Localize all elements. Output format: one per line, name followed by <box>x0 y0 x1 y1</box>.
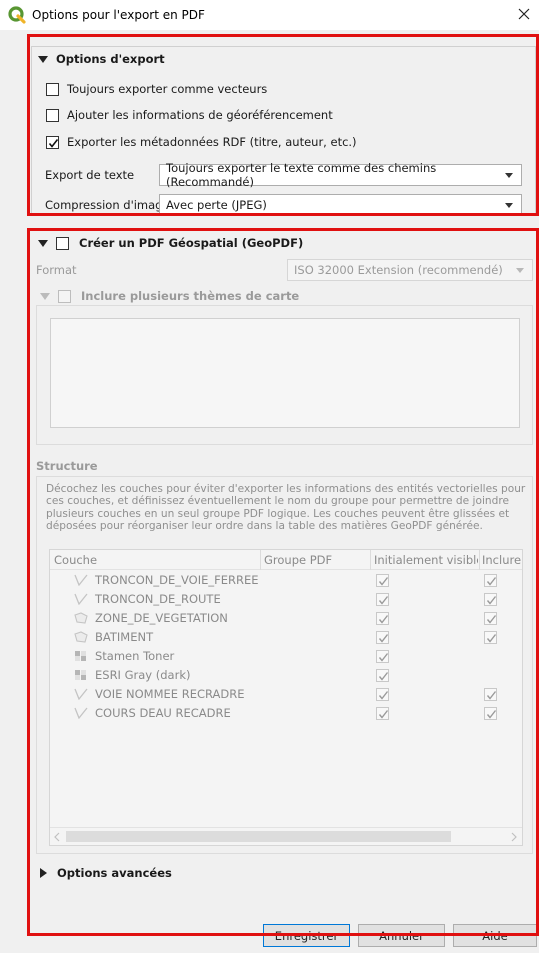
layer-row[interactable]: VOIE NOMMEE RECRADRE <box>50 685 522 704</box>
export-options-title: Options d'export <box>56 52 165 66</box>
collapse-triangle-icon[interactable] <box>38 239 48 247</box>
polygon-layer-icon <box>74 631 88 643</box>
column-header-group[interactable]: Groupe PDF <box>264 553 332 567</box>
polygon-layer-icon <box>74 612 88 624</box>
compression-select[interactable]: Avec perte (JPEG) <box>159 194 522 216</box>
rdf-option[interactable]: Exporter les métadonnées RDF (titre, aut… <box>46 135 357 149</box>
advanced-options-title: Options avancées <box>57 866 172 880</box>
layer-row[interactable]: BATIMENT <box>50 628 522 647</box>
include-checkbox[interactable] <box>484 707 497 720</box>
include-checkbox[interactable] <box>484 574 497 587</box>
structure-title: Structure <box>36 459 98 473</box>
georef-option[interactable]: Ajouter les informations de géoréférence… <box>46 108 333 122</box>
chevron-down-icon <box>516 268 524 273</box>
line-layer-icon <box>74 593 88 605</box>
export-options-header[interactable]: Options d'export <box>38 52 165 66</box>
visible-checkbox[interactable] <box>376 631 389 644</box>
vectors-label: Toujours exporter comme vecteurs <box>67 82 268 96</box>
rdf-label: Exporter les métadonnées RDF (titre, aut… <box>67 135 357 149</box>
layer-name: VOIE NOMMEE RECRADRE <box>95 687 245 701</box>
format-select[interactable]: ISO 32000 Extension (recommendé) <box>287 259 533 281</box>
scrollbar-thumb[interactable] <box>66 831 451 842</box>
layer-tree[interactable]: Couche Groupe PDF Initialement visible I… <box>49 549 523 846</box>
rdf-checkbox[interactable] <box>46 135 59 149</box>
themes-title: Inclure plusieurs thèmes de carte <box>81 289 300 303</box>
tree-header: Couche Groupe PDF Initialement visible I… <box>50 550 522 570</box>
chevron-down-icon <box>505 203 513 208</box>
layer-row[interactable]: COURS DEAU RECADRE <box>50 704 522 723</box>
layer-name: ESRI Gray (dark) <box>95 668 191 682</box>
georef-label: Ajouter les informations de géoréférence… <box>67 108 333 122</box>
layer-row[interactable]: Stamen Toner <box>50 647 522 666</box>
layer-name: COURS DEAU RECADRE <box>95 706 231 720</box>
layer-name: Stamen Toner <box>95 649 175 663</box>
save-button[interactable]: Enregistrer <box>263 924 350 947</box>
geopdf-title: Créer un PDF Géospatial (GeoPDF) <box>79 236 304 250</box>
visible-checkbox[interactable] <box>376 612 389 625</box>
compression-value: Avec perte (JPEG) <box>166 198 267 212</box>
chevron-down-icon <box>505 173 513 178</box>
checkmark-icon <box>48 138 59 148</box>
advanced-options-header[interactable]: Options avancées <box>40 866 172 880</box>
format-label: Format <box>36 263 77 277</box>
compression-label: Compression d'image <box>45 198 170 212</box>
column-header-layer[interactable]: Couche <box>54 553 97 567</box>
line-layer-icon <box>74 707 88 719</box>
vectors-checkbox[interactable] <box>46 82 59 96</box>
layer-row[interactable]: ZONE_DE_VEGETATION <box>50 609 522 628</box>
title-bar: Options pour l'export en PDF <box>0 0 539 30</box>
column-header-include[interactable]: Inclure <box>482 553 521 567</box>
georef-checkbox[interactable] <box>46 108 59 122</box>
raster-layer-icon <box>75 651 86 661</box>
layer-name: TRONCON_DE_VOIE_FERREE <box>95 573 259 587</box>
themes-list[interactable] <box>50 318 520 428</box>
visible-checkbox[interactable] <box>376 574 389 587</box>
layer-row[interactable]: TRONCON_DE_VOIE_FERREE <box>50 571 522 590</box>
geopdf-header[interactable]: Créer un PDF Géospatial (GeoPDF) <box>38 236 303 250</box>
include-checkbox[interactable] <box>484 688 497 701</box>
layer-name: TRONCON_DE_ROUTE <box>95 592 221 606</box>
qgis-logo-icon <box>8 6 26 24</box>
layer-row[interactable]: TRONCON_DE_ROUTE <box>50 590 522 609</box>
include-checkbox[interactable] <box>484 631 497 644</box>
collapse-triangle-icon[interactable] <box>40 292 50 300</box>
vectors-option[interactable]: Toujours exporter comme vecteurs <box>46 82 267 96</box>
text-export-select[interactable]: Toujours exporter le texte comme des che… <box>159 161 522 189</box>
include-checkbox[interactable] <box>484 612 497 625</box>
format-value: ISO 32000 Extension (recommendé) <box>294 263 503 277</box>
scroll-right-icon[interactable] <box>510 832 518 842</box>
structure-description: Décochez les couches pour éviter d'expor… <box>46 483 526 532</box>
layer-row[interactable]: ESRI Gray (dark) <box>50 666 522 685</box>
layer-name: BATIMENT <box>95 630 154 644</box>
help-button[interactable]: Aide <box>453 924 537 947</box>
expand-triangle-icon[interactable] <box>40 868 47 878</box>
visible-checkbox[interactable] <box>376 688 389 701</box>
collapse-triangle-icon[interactable] <box>38 55 48 63</box>
geopdf-checkbox[interactable] <box>56 236 69 250</box>
themes-header[interactable]: Inclure plusieurs thèmes de carte <box>40 289 299 303</box>
line-layer-icon <box>74 688 88 700</box>
themes-checkbox[interactable] <box>58 289 71 303</box>
close-icon[interactable] <box>515 5 533 23</box>
visible-checkbox[interactable] <box>376 593 389 606</box>
visible-checkbox[interactable] <box>376 650 389 663</box>
scroll-left-icon[interactable] <box>53 832 61 842</box>
visible-checkbox[interactable] <box>376 707 389 720</box>
text-export-value: Toujours exporter le texte comme des che… <box>166 161 437 189</box>
layer-name: ZONE_DE_VEGETATION <box>95 611 228 625</box>
horizontal-scrollbar[interactable] <box>50 827 522 845</box>
column-header-visible[interactable]: Initialement visible <box>374 553 478 567</box>
cancel-button[interactable]: Annuler <box>358 924 445 947</box>
window-title: Options pour l'export en PDF <box>32 8 205 22</box>
text-export-label: Export de texte <box>45 168 135 182</box>
visible-checkbox[interactable] <box>376 669 389 682</box>
raster-layer-icon <box>75 670 86 680</box>
line-layer-icon <box>74 574 88 586</box>
include-checkbox[interactable] <box>484 593 497 606</box>
